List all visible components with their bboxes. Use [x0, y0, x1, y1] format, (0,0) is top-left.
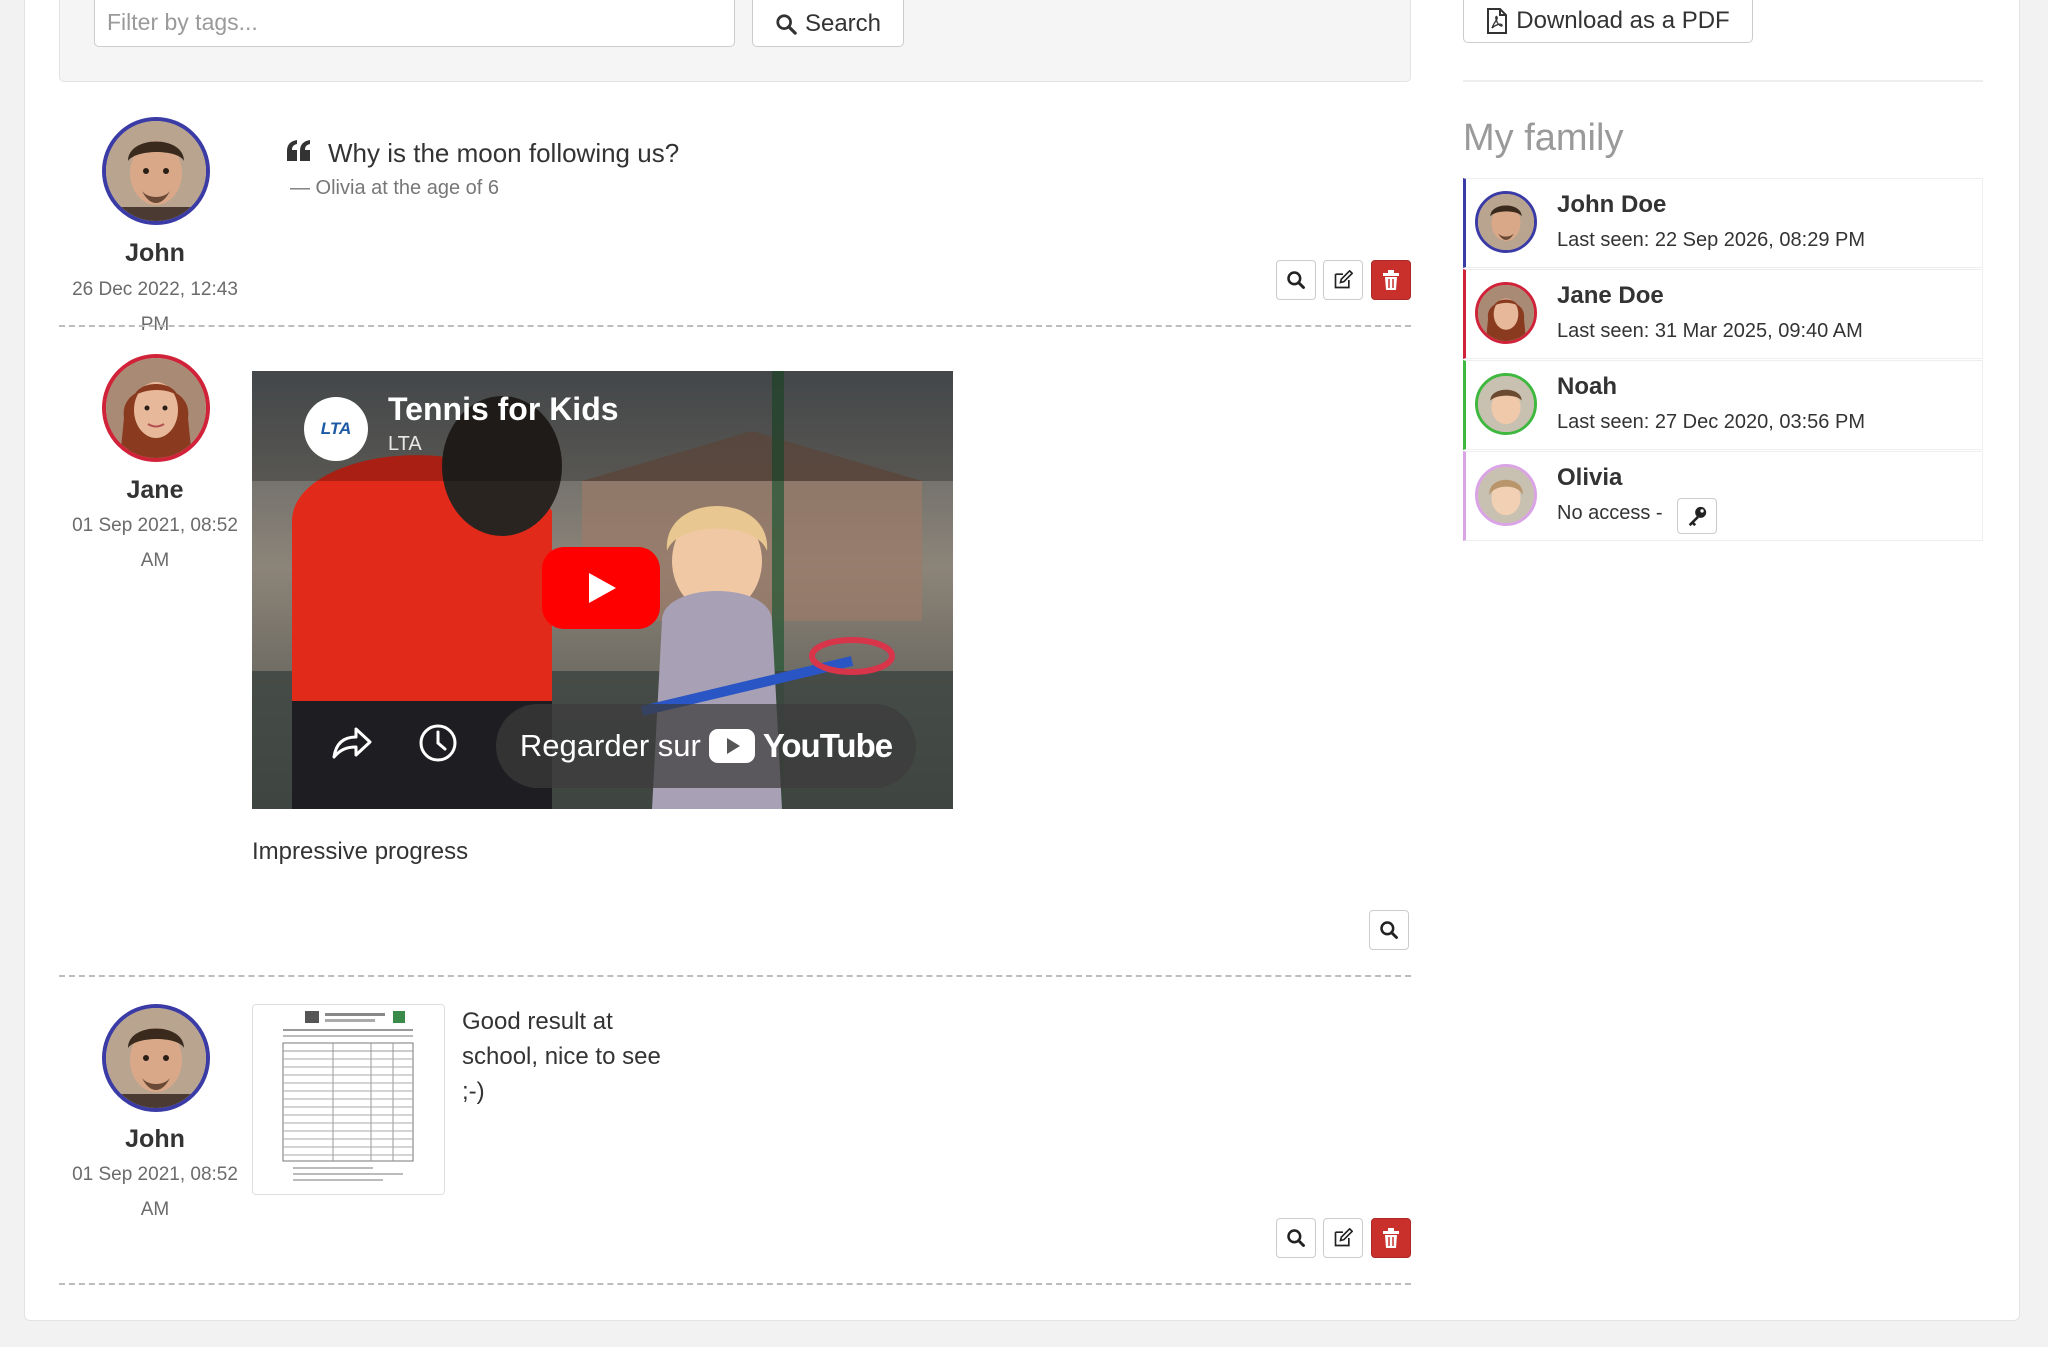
view-button[interactable]: [1276, 1218, 1316, 1258]
post-author: John: [125, 1125, 185, 1153]
edit-icon: [1334, 1228, 1353, 1247]
edit-button[interactable]: [1323, 1218, 1363, 1258]
person-avatar-icon: [106, 358, 206, 458]
key-icon: [1688, 506, 1707, 527]
tag-filter-input[interactable]: [94, 0, 735, 47]
edit-button[interactable]: [1323, 260, 1363, 300]
post-divider: [59, 975, 1411, 977]
member-avatar: [1475, 464, 1537, 526]
youtube-logo-icon: [708, 729, 755, 763]
post-date-line1: 01 Sep 2021, 08:52: [72, 515, 238, 536]
member-avatar: [1475, 373, 1537, 435]
quote-icon: [287, 140, 310, 161]
member-avatar: [1475, 191, 1537, 253]
grant-access-button[interactable]: [1677, 498, 1717, 534]
sidebar-divider: [1463, 80, 1983, 82]
quote-text: Why is the moon following us?: [328, 138, 680, 168]
file-pdf-icon: [1487, 7, 1508, 34]
post-divider: [59, 325, 1411, 327]
family-member-olivia[interactable]: Olivia No access -: [1463, 451, 1983, 541]
member-avatar: [1475, 282, 1537, 344]
share-icon[interactable]: [330, 721, 374, 765]
member-name: Jane Doe: [1557, 282, 1664, 309]
member-status: Last seen: 22 Sep 2026, 08:29 PM: [1557, 229, 1865, 251]
person-avatar-icon: [1478, 194, 1534, 250]
zoom-icon: [1380, 921, 1398, 939]
member-status: No access -: [1557, 502, 1663, 524]
member-name: John Doe: [1557, 191, 1667, 218]
member-name: Olivia: [1557, 464, 1623, 491]
view-button[interactable]: [1276, 260, 1316, 300]
trash-icon: [1383, 270, 1399, 290]
document-preview: [253, 1005, 444, 1194]
post-date: 01 Sep 2021, 08:52 AM: [60, 1157, 250, 1227]
post-date-line2: AM: [140, 550, 170, 571]
search-button[interactable]: Search: [752, 0, 904, 47]
quote-source: — Olivia at the age of 6: [290, 177, 500, 199]
person-avatar-icon: [1478, 467, 1534, 523]
family-member-jane-doe[interactable]: Jane Doe Last seen: 31 Mar 2025, 09:40 A…: [1463, 269, 1983, 359]
play-icon[interactable]: [542, 547, 660, 629]
post-date-line1: 01 Sep 2021, 08:52: [72, 1164, 238, 1185]
member-status: Last seen: 27 Dec 2020, 03:56 PM: [1557, 411, 1865, 433]
person-avatar-icon: [1478, 376, 1534, 432]
watch-on-youtube-button[interactable]: Regarder sur YouTube: [496, 704, 916, 788]
delete-button[interactable]: [1371, 260, 1411, 300]
document-thumbnail[interactable]: [252, 1004, 445, 1195]
download-pdf-button[interactable]: Download as a PDF: [1463, 0, 1753, 43]
person-avatar-icon: [106, 121, 206, 221]
watch-label: Regarder sur: [519, 728, 701, 763]
download-pdf-label: Download as a PDF: [1516, 6, 1730, 34]
clock-icon[interactable]: [416, 721, 460, 765]
family-title: My family: [1463, 117, 1624, 159]
video-title[interactable]: Tennis for Kids: [388, 391, 619, 428]
search-button-label: Search: [804, 9, 882, 37]
delete-button[interactable]: [1371, 1218, 1411, 1258]
edit-icon: [1334, 270, 1353, 289]
post-date: 01 Sep 2021, 08:52 AM: [60, 508, 250, 578]
post-date-line1: 26 Dec 2022, 12:43: [72, 279, 238, 300]
person-avatar-icon: [1478, 285, 1534, 341]
document-text: Good result at school, nice to see ;-): [462, 1008, 661, 1105]
video-caption: Impressive progress: [252, 838, 469, 865]
person-avatar-icon: [106, 1008, 206, 1108]
family-member-john-doe[interactable]: John Doe Last seen: 22 Sep 2026, 08:29 P…: [1463, 178, 1983, 268]
family-member-noah[interactable]: Noah Last seen: 27 Dec 2020, 03:56 PM: [1463, 360, 1983, 450]
post-divider: [59, 1283, 1411, 1285]
post-author: John: [125, 239, 185, 267]
member-status: Last seen: 31 Mar 2025, 09:40 AM: [1557, 320, 1863, 342]
member-name: Noah: [1557, 373, 1617, 400]
post-date: 26 Dec 2022, 12:43 PM: [60, 272, 250, 342]
post-avatar-john[interactable]: [102, 117, 210, 225]
channel-logo: LTA: [304, 397, 368, 461]
view-button[interactable]: [1369, 910, 1409, 950]
video-embed[interactable]: LTA Tennis for Kids LTA Regarder sur You…: [252, 371, 953, 809]
post-author: Jane: [126, 476, 184, 504]
video-channel[interactable]: LTA: [388, 433, 422, 456]
post-date-line2: AM: [140, 1199, 170, 1220]
youtube-wordmark: YouTube: [762, 727, 893, 764]
search-icon: [776, 13, 797, 35]
zoom-icon: [1287, 1229, 1305, 1247]
zoom-icon: [1287, 271, 1305, 289]
trash-icon: [1383, 1228, 1399, 1248]
post-avatar-john[interactable]: [102, 1004, 210, 1112]
post-avatar-jane[interactable]: [102, 354, 210, 462]
